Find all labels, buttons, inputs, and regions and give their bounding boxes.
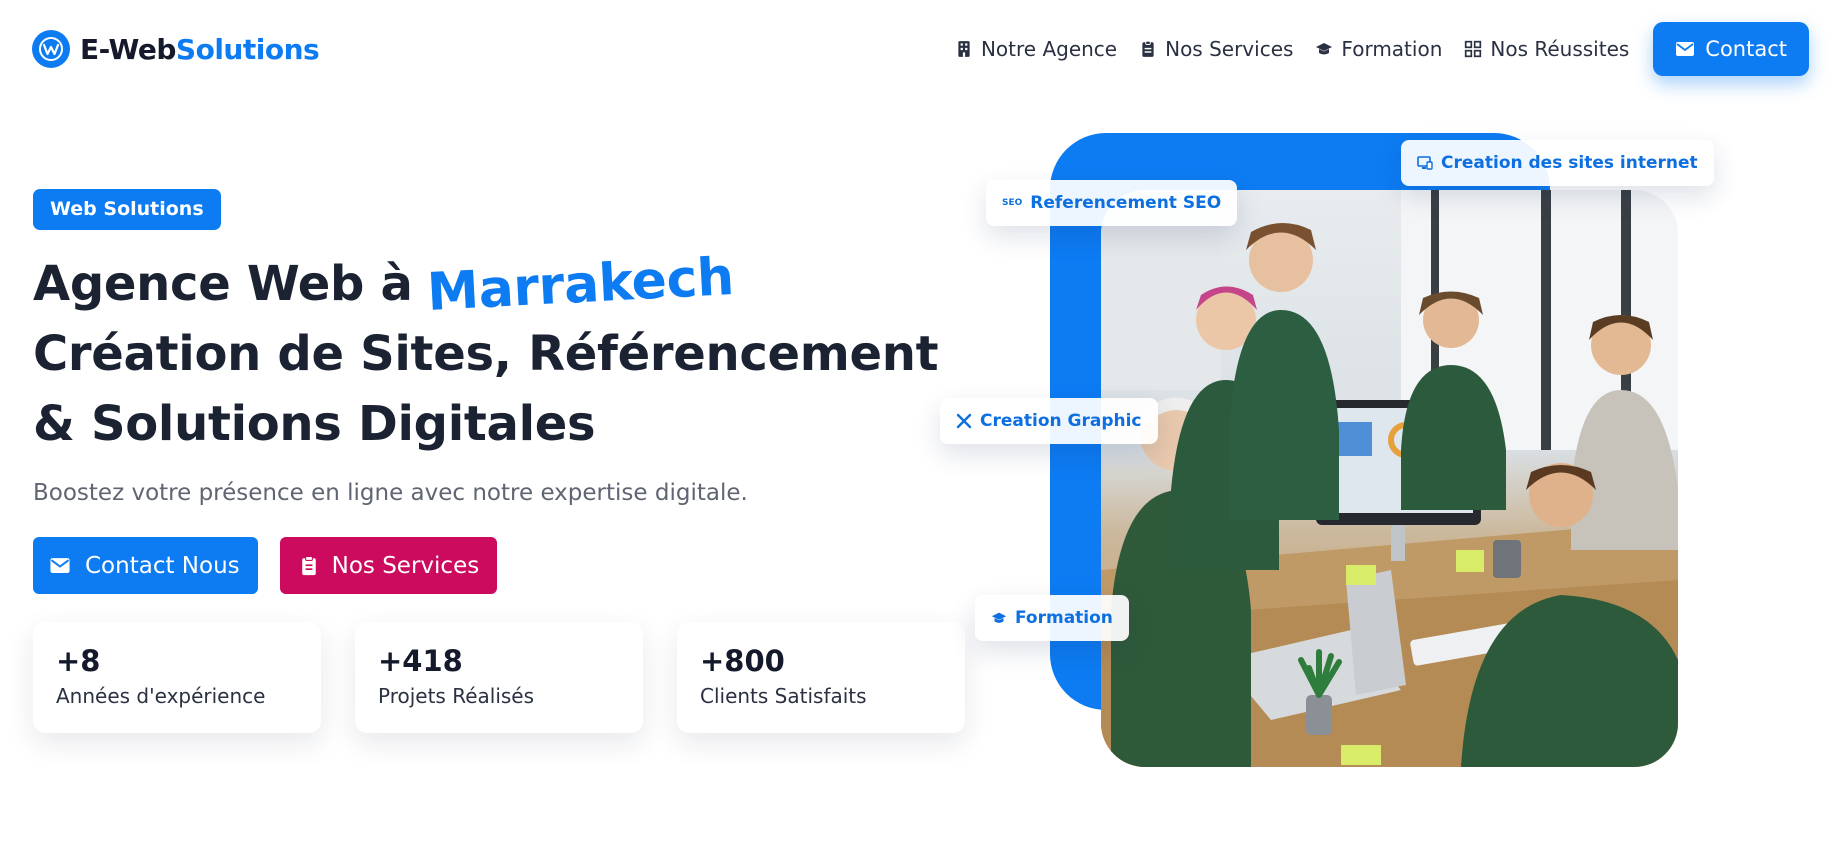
- chip-label: Referencement SEO: [1030, 193, 1222, 213]
- nav-label: Notre Agence: [980, 37, 1118, 61]
- hero-badge: Web Solutions: [33, 189, 221, 230]
- chip-creation-sites: Creation des sites internet: [1401, 140, 1714, 186]
- logo-text-part2: Solutions: [175, 32, 320, 66]
- stat-label: Clients Satisfaits: [700, 684, 867, 708]
- chip-referencement-seo: SEO Referencement SEO: [986, 180, 1238, 226]
- contact-nous-label: Contact Nous: [85, 552, 240, 579]
- grid-icon: [1465, 40, 1482, 58]
- contact-button-label: Contact: [1705, 37, 1787, 61]
- hero-title: Agence Web à Marrakech Création de Sites,…: [33, 247, 939, 459]
- stat-value: +418: [378, 644, 463, 678]
- nos-services-button[interactable]: Nos Services: [279, 537, 498, 594]
- hero-title-line3: & Solutions Digitales: [33, 396, 596, 452]
- nav-label: Nos Services: [1165, 37, 1294, 61]
- design-tools-icon: [956, 413, 972, 429]
- chip-formation: Formation: [975, 595, 1129, 641]
- nav-label: Nos Réussites: [1490, 37, 1630, 61]
- hero-title-line2: Création de Sites, Référencement: [33, 326, 939, 382]
- hero-title-highlight: Marrakech: [425, 247, 735, 323]
- stat-label: Années d'expérience: [56, 684, 266, 708]
- nav-label: Formation: [1341, 37, 1443, 61]
- nav-notre-agence[interactable]: Notre Agence: [955, 37, 1117, 61]
- logo[interactable]: E-WebSolutions: [32, 30, 320, 68]
- hero-buttons: Contact Nous Nos Services: [33, 537, 498, 594]
- nav-nos-services[interactable]: Nos Services: [1139, 37, 1293, 61]
- team-photo: [1101, 190, 1678, 767]
- chip-label: Creation des sites internet: [1441, 153, 1698, 173]
- clipboard-icon: [1142, 40, 1154, 57]
- clipboard-icon: [301, 555, 316, 576]
- stat-value: +800: [700, 644, 785, 678]
- envelope-icon: [50, 558, 70, 573]
- graduation-cap-icon: [991, 612, 1007, 623]
- seo-icon: SEO: [1002, 198, 1023, 208]
- logo-text: E-WebSolutions: [80, 32, 320, 66]
- logo-text-part1: E-Web: [80, 32, 176, 66]
- hero-title-line1: Agence Web à: [33, 256, 413, 312]
- nos-services-label: Nos Services: [331, 552, 480, 579]
- stat-label: Projets Réalisés: [378, 684, 535, 708]
- logo-w-icon: [32, 30, 70, 68]
- team-illustration: [1101, 190, 1678, 767]
- hero-subtitle: Boostez votre présence en ligne avec not…: [33, 480, 748, 506]
- stat-card: +418 Projets Réalisés: [355, 622, 643, 733]
- contact-nous-button[interactable]: Contact Nous: [33, 537, 258, 594]
- contact-button[interactable]: Contact: [1653, 22, 1809, 76]
- nav-formation[interactable]: Formation: [1315, 37, 1442, 61]
- graduation-cap-icon: [1316, 43, 1333, 55]
- monitor-icon: [1417, 156, 1433, 170]
- envelope-icon: [1676, 42, 1695, 56]
- stat-card: +800 Clients Satisfaits: [677, 622, 965, 733]
- chip-label: Creation Graphic: [980, 411, 1142, 431]
- stats-row: +8 Années d'expérience +418 Projets Réal…: [33, 622, 965, 733]
- stat-card: +8 Années d'expérience: [33, 622, 321, 733]
- building-icon: [958, 41, 970, 57]
- chip-label: Formation: [1015, 608, 1113, 628]
- stat-value: +8: [56, 644, 101, 678]
- main-navigation: Notre Agence Nos Services Formation Nos …: [955, 22, 1809, 76]
- nav-nos-reussites[interactable]: Nos Réussites: [1464, 37, 1629, 61]
- chip-creation-graphic: Creation Graphic: [940, 398, 1158, 444]
